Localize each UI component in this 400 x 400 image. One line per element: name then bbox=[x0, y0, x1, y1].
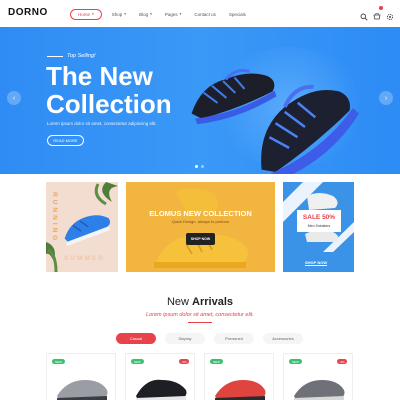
discount-badge: -9% bbox=[179, 359, 189, 364]
sale-subtitle: Men Sneakers bbox=[307, 224, 331, 228]
product-grid: NEW NEW -9% NEW NEW -9% bbox=[46, 353, 362, 400]
banner-running-title: RUNNING bbox=[51, 192, 58, 244]
nav-item-home[interactable]: Home ▾ bbox=[70, 8, 102, 20]
sale-card: SALE 50% Men Sneakers bbox=[297, 210, 341, 232]
section-title-light: New bbox=[166, 296, 193, 308]
product-card[interactable]: NEW bbox=[204, 353, 274, 400]
banner-running-subtitle: SUMMER bbox=[64, 255, 105, 262]
nav-item-pages[interactable]: Pages ▾ bbox=[165, 12, 182, 17]
chevron-down-icon: ▾ bbox=[179, 12, 182, 16]
product-image bbox=[57, 380, 108, 400]
nav-item-shop[interactable]: Shop ▾ bbox=[112, 12, 126, 17]
hero-description: Lorem ipsum dolor sit amet, consectetur … bbox=[47, 121, 157, 126]
tab-accessories[interactable]: Accessories bbox=[263, 333, 303, 344]
slider-pagination bbox=[195, 165, 207, 168]
chevron-down-icon: ▾ bbox=[150, 12, 152, 16]
header-icons bbox=[355, 6, 394, 21]
product-card[interactable]: NEW -9% bbox=[125, 353, 195, 400]
hero-tag-line bbox=[47, 55, 63, 57]
banner-collection-title: ELOMUS NEW COLLECTION bbox=[149, 209, 252, 218]
slider-prev-button[interactable]: ‹ bbox=[7, 91, 21, 105]
shop-now-button[interactable]: SHOP NOW bbox=[186, 233, 215, 245]
hero-slider: Top Selling! The New Collection Lorem ip… bbox=[0, 27, 400, 174]
nav-label: Pages bbox=[164, 11, 178, 17]
section-title-bold: Arrivals bbox=[192, 296, 234, 308]
banner-collection-description: Quick Design, always to perform bbox=[171, 219, 230, 224]
chevron-down-icon: ▾ bbox=[124, 12, 127, 16]
cart-count-badge bbox=[379, 6, 383, 10]
search-icon[interactable] bbox=[360, 8, 368, 21]
yellow-sneaker-image bbox=[154, 188, 248, 268]
read-more-button[interactable]: READ MORE bbox=[47, 135, 84, 146]
product-image bbox=[215, 380, 266, 400]
hero-tag-text: Top Selling! bbox=[67, 53, 96, 59]
nav-label: Shop bbox=[111, 11, 123, 17]
nav-label: Contact us bbox=[194, 11, 216, 17]
cart-icon[interactable] bbox=[373, 6, 383, 20]
product-card[interactable]: NEW bbox=[46, 353, 116, 400]
chevron-right-icon: › bbox=[384, 94, 388, 102]
banner-new-collection[interactable]: ELOMUS NEW COLLECTION Quick Design, alwa… bbox=[126, 182, 275, 272]
nav-item-blog[interactable]: Blog ▾ bbox=[139, 12, 152, 17]
site-header: DORNO Home ▾ Shop ▾ Blog ▾ Pages ▾ Contact u… bbox=[0, 0, 400, 27]
discount-badge: -9% bbox=[337, 359, 347, 364]
nav-item-specials[interactable]: Specials bbox=[229, 12, 246, 17]
sale-shop-now-link[interactable]: SHOP NOW bbox=[305, 260, 328, 266]
chevron-down-icon: ▾ bbox=[92, 12, 94, 16]
new-badge: NEW bbox=[289, 359, 302, 364]
new-badge: NEW bbox=[131, 359, 144, 364]
sale-text: SALE 50% bbox=[302, 214, 336, 221]
section-description: Lorem ipsum dolor sit amet, consectetur … bbox=[146, 312, 254, 318]
tab-display[interactable]: Display bbox=[165, 333, 205, 344]
nav-item-contact[interactable]: Contact us bbox=[194, 12, 216, 17]
section-title: New Arrivals bbox=[0, 296, 400, 308]
nav-label: Blog bbox=[139, 11, 149, 17]
slider-next-button[interactable]: › bbox=[379, 91, 393, 105]
category-tabs: Casual Display Preowned Accessories bbox=[116, 333, 312, 344]
product-card[interactable]: NEW -9% bbox=[283, 353, 353, 400]
main-nav: Home ▾ Shop ▾ Blog ▾ Pages ▾ Contact us Spec… bbox=[70, 8, 259, 20]
product-image bbox=[136, 379, 187, 400]
slider-dot[interactable] bbox=[195, 165, 198, 168]
site-logo[interactable]: DORNO bbox=[8, 7, 48, 18]
new-badge: NEW bbox=[210, 359, 223, 364]
banner-running[interactable]: RUNNING SUMMER bbox=[46, 182, 118, 272]
banner-sale[interactable]: SALE 50% Men Sneakers SHOP NOW bbox=[283, 182, 354, 272]
slider-dot[interactable] bbox=[201, 165, 204, 168]
new-badge: NEW bbox=[52, 359, 65, 364]
section-divider bbox=[188, 322, 212, 323]
tab-preowned[interactable]: Preowned bbox=[214, 333, 254, 344]
hero-tag: Top Selling! bbox=[47, 53, 96, 59]
settings-icon[interactable] bbox=[386, 8, 394, 21]
nav-label: Specials bbox=[228, 11, 246, 17]
hero-title: The New Collection bbox=[46, 61, 172, 119]
chevron-left-icon: ‹ bbox=[12, 94, 16, 102]
tab-casual[interactable]: Casual bbox=[116, 333, 156, 344]
product-image bbox=[294, 380, 345, 400]
nav-label: Home bbox=[78, 11, 91, 17]
